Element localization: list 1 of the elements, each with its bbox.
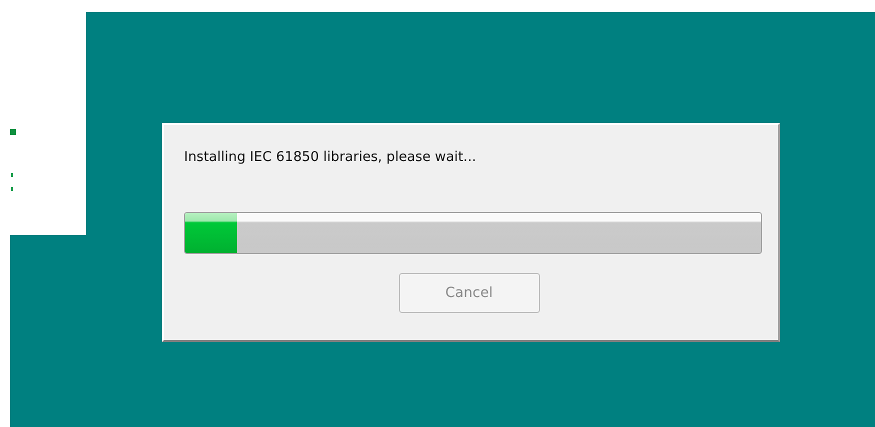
status-message: Installing IEC 61850 libraries, please wait... bbox=[184, 149, 478, 165]
